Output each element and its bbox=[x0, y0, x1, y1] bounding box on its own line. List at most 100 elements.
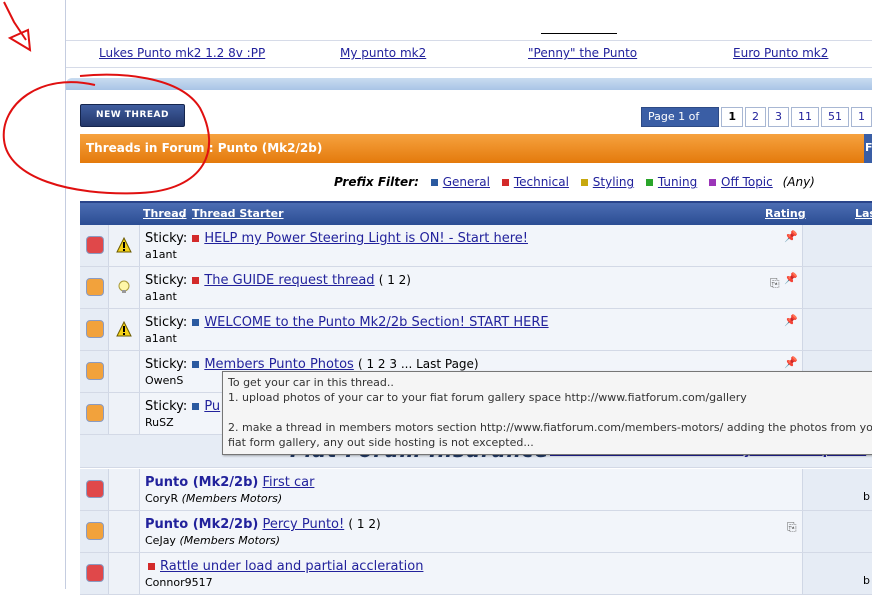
table-row[interactable]: Punto (Mk2/2b) Percy Punto! ( 1 2) CeJay… bbox=[80, 511, 872, 553]
related-link-2[interactable]: My punto mk2 bbox=[340, 46, 426, 60]
prefix-square-icon bbox=[148, 562, 155, 570]
section-top-bar bbox=[66, 78, 872, 90]
tooltip-line-4: fiat form gallery, any out side hosting … bbox=[228, 436, 534, 449]
status-cell bbox=[80, 225, 109, 266]
icon-cell bbox=[109, 511, 140, 552]
thread-status-icon bbox=[86, 278, 104, 296]
thread-pages[interactable]: ( 1 2) bbox=[348, 517, 380, 531]
annotation-arrowhead bbox=[7, 28, 32, 52]
pin-icon: 📌 bbox=[784, 314, 798, 327]
page-info[interactable]: Page 1 of 1338 bbox=[641, 107, 720, 141]
sort-last-post[interactable]: Las bbox=[855, 207, 872, 220]
table-row[interactable]: Sticky: HELP my Power Steering Light is O… bbox=[80, 225, 872, 267]
thread-preview-tooltip: To get your car in this thread.. 1. uplo… bbox=[222, 371, 872, 455]
page-link-11[interactable]: 11 bbox=[791, 107, 819, 127]
thread-starter[interactable]: CeJay bbox=[145, 534, 176, 547]
prefix-technical[interactable]: Technical bbox=[514, 175, 569, 189]
thread-title-link[interactable]: Pu bbox=[204, 399, 220, 414]
forum-title: Threads in Forum : Punto (Mk2/2b) bbox=[86, 141, 323, 155]
thread-status-icon bbox=[86, 404, 104, 422]
tooltip-line-1: To get your car in this thread.. bbox=[228, 376, 394, 389]
warning-icon bbox=[116, 321, 132, 337]
thread-prefix: Punto (Mk2/2b) bbox=[145, 475, 259, 490]
sort-rating[interactable]: Rating bbox=[765, 207, 806, 220]
page-link-next[interactable]: 1 bbox=[851, 107, 872, 127]
page-link-51[interactable]: 51 bbox=[821, 107, 849, 127]
prefix-square-icon bbox=[192, 402, 200, 410]
page-link-3[interactable]: 3 bbox=[768, 107, 789, 127]
prefix-square-icon bbox=[192, 234, 200, 242]
prefix-square-icon bbox=[430, 179, 438, 186]
page-link-2[interactable]: 2 bbox=[745, 107, 766, 127]
thread-starter[interactable]: RuSZ bbox=[145, 416, 174, 429]
prefix-styling[interactable]: Styling bbox=[593, 175, 634, 189]
prefix-square-icon bbox=[645, 179, 653, 186]
thread-starter[interactable]: a1ant bbox=[145, 248, 177, 261]
thread-pages[interactable]: ( 1 2 3 ... Last Page) bbox=[358, 357, 479, 371]
forum-title-bar: Threads in Forum : Punto (Mk2/2b) F bbox=[80, 134, 872, 163]
icon-cell bbox=[109, 267, 140, 308]
icon-cell bbox=[109, 393, 140, 434]
prefix-tuning[interactable]: Tuning bbox=[658, 175, 697, 189]
starter-group: (Members Motors) bbox=[179, 534, 281, 547]
status-cell bbox=[80, 309, 109, 350]
sticky-label: Sticky: bbox=[145, 399, 188, 414]
pagination: Page 1 of 1338 1 2 3 11 51 1 bbox=[641, 107, 872, 141]
table-row[interactable]: Sticky: The GUIDE request thread ( 1 2) a… bbox=[80, 267, 872, 309]
status-cell bbox=[80, 469, 109, 510]
prefix-any: (Any) bbox=[782, 175, 815, 189]
pin-icon: 📌 bbox=[784, 272, 798, 285]
page-link-1[interactable]: 1 bbox=[721, 107, 743, 127]
annotation-arrow bbox=[3, 1, 27, 41]
thread-status-icon bbox=[86, 362, 104, 380]
last-post-cell bbox=[802, 225, 872, 266]
status-cell bbox=[80, 511, 109, 552]
forum-title-bar-edge: F bbox=[864, 134, 872, 163]
attachment-icon: ⎘ bbox=[770, 276, 780, 290]
thread-title-link[interactable]: Members Punto Photos bbox=[204, 357, 354, 372]
thread-starter[interactable]: OwenS bbox=[145, 374, 183, 387]
thread-starter[interactable]: CoryR bbox=[145, 492, 178, 505]
last-post-cell bbox=[802, 511, 872, 552]
related-link-3[interactable]: "Penny" the Punto bbox=[528, 46, 637, 60]
sort-thread[interactable]: Thread bbox=[143, 207, 187, 220]
prefix-off-topic[interactable]: Off Topic bbox=[721, 175, 773, 189]
thread-title-link[interactable]: WELCOME to the Punto Mk2/2b Section! STA… bbox=[204, 315, 548, 330]
thread-starter[interactable]: a1ant bbox=[145, 290, 177, 303]
pin-icon: 📌 bbox=[784, 356, 798, 369]
last-post-fragment: b bbox=[863, 574, 870, 587]
top-divider bbox=[541, 33, 617, 34]
thread-starter[interactable]: a1ant bbox=[145, 332, 177, 345]
sort-thread-starter[interactable]: Thread Starter bbox=[192, 207, 284, 220]
sticky-label: Sticky: bbox=[145, 231, 188, 246]
table-row[interactable]: Punto (Mk2/2b) First car CoryR (Members … bbox=[80, 469, 872, 511]
status-cell bbox=[80, 553, 109, 594]
prefix-square-icon bbox=[192, 360, 200, 368]
prefix-filter-label: Prefix Filter: bbox=[334, 175, 419, 189]
new-thread-button[interactable]: NEW THREAD bbox=[80, 104, 185, 127]
prefix-filter: Prefix Filter: General Technical Styling… bbox=[334, 175, 815, 189]
last-post-cell bbox=[802, 267, 872, 308]
thread-pages[interactable]: ( 1 2) bbox=[379, 273, 411, 287]
tooltip-line-3: 2. make a thread in members motors secti… bbox=[228, 421, 872, 434]
thread-status-icon bbox=[86, 320, 104, 338]
thread-prefix: Punto (Mk2/2b) bbox=[145, 517, 259, 532]
related-link-1[interactable]: Lukes Punto mk2 1.2 8v :PP bbox=[99, 46, 265, 60]
thread-title-link[interactable]: First car bbox=[262, 475, 314, 490]
starter-group: (Members Motors) bbox=[181, 492, 283, 505]
thread-title-link[interactable]: HELP my Power Steering Light is ON! - St… bbox=[204, 231, 528, 246]
thread-title-link[interactable]: Rattle under load and partial accleratio… bbox=[160, 559, 423, 574]
prefix-square-icon bbox=[192, 276, 200, 284]
related-threads-bar: Lukes Punto mk2 1.2 8v :PP My punto mk2 … bbox=[66, 40, 872, 68]
thread-starter[interactable]: Connor9517 bbox=[145, 576, 213, 589]
prefix-general[interactable]: General bbox=[443, 175, 490, 189]
thread-status-icon bbox=[86, 522, 104, 540]
thread-title-link[interactable]: The GUIDE request thread bbox=[204, 273, 374, 288]
last-post-cell bbox=[802, 553, 872, 594]
thread-status-icon bbox=[86, 236, 104, 254]
prefix-square-icon bbox=[501, 179, 509, 186]
related-link-4[interactable]: Euro Punto mk2 bbox=[733, 46, 828, 60]
thread-list-header: Thread / Thread Starter Rating Las bbox=[80, 201, 872, 225]
table-row[interactable]: Sticky: WELCOME to the Punto Mk2/2b Secti… bbox=[80, 309, 872, 351]
thread-title-link[interactable]: Percy Punto! bbox=[262, 517, 344, 532]
